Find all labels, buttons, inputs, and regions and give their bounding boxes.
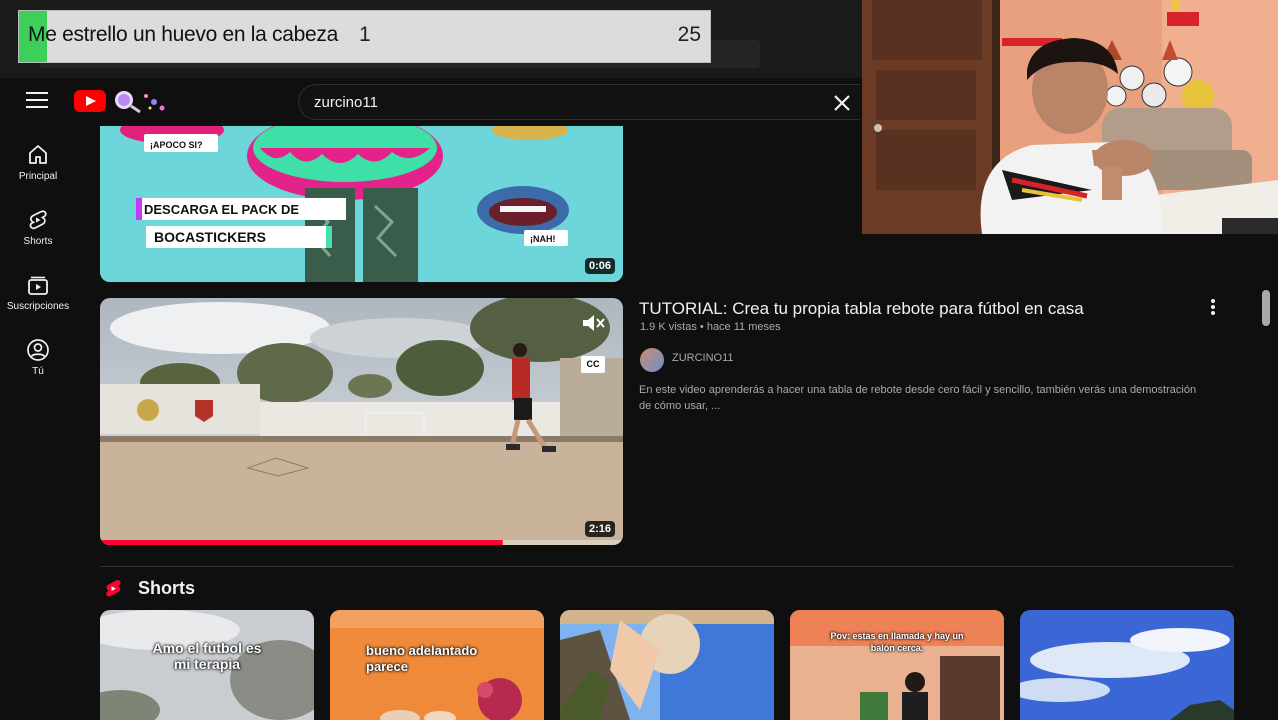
short-thumbnail bbox=[560, 610, 774, 720]
closed-captions-button[interactable]: CC bbox=[581, 356, 605, 373]
goal-title: Me estrello un huevo en la cabeza bbox=[28, 23, 338, 46]
video-title[interactable]: TUTORIAL: Crea tu propia tabla rebote pa… bbox=[639, 299, 1199, 319]
thumb-banner-line2: BOCASTICKERS bbox=[154, 229, 266, 245]
subscriptions-icon bbox=[28, 276, 48, 295]
close-icon[interactable] bbox=[830, 91, 854, 115]
video-description: En este video aprenderás a hacer una tab… bbox=[639, 384, 1197, 412]
masthead bbox=[0, 78, 862, 126]
webcam-overlay bbox=[862, 0, 1278, 234]
stream-overlay-bar: Me estrello un huevo en la cabeza 1 25 bbox=[0, 0, 862, 78]
shorts-heading: Shorts bbox=[138, 578, 196, 598]
short-card-5[interactable] bbox=[1020, 610, 1234, 720]
video-thumbnail-2[interactable]: CC 2:16 bbox=[100, 298, 623, 545]
short-caption: Pov: estas en llamada y hay un balón cer… bbox=[830, 631, 964, 653]
webcam-feed bbox=[862, 0, 1278, 234]
goal-current-count: 1 bbox=[359, 23, 371, 46]
shorts-icon bbox=[29, 210, 47, 230]
guide-label-you: Tú bbox=[32, 366, 44, 377]
youtube-logo[interactable] bbox=[74, 90, 106, 112]
goal-progress-bar: Me estrello un huevo en la cabeza 1 25 bbox=[18, 10, 711, 63]
home-icon bbox=[29, 145, 47, 164]
playback-progress-bar bbox=[100, 540, 503, 545]
thumb-banner-line1: DESCARGA EL PACK DE bbox=[144, 202, 299, 217]
short-card-3[interactable] bbox=[560, 610, 774, 720]
duration-badge: 2:16 bbox=[584, 521, 615, 537]
shorts-logo-icon bbox=[106, 579, 121, 597]
guide-label-home: Principal bbox=[18, 171, 58, 182]
thumbnail-artwork bbox=[100, 298, 623, 545]
short-caption: Amo el fútbol es mi terapia bbox=[152, 640, 262, 672]
menu-icon[interactable] bbox=[26, 92, 48, 110]
doodle-icon[interactable] bbox=[110, 88, 168, 114]
goal-target-count: 25 bbox=[677, 23, 701, 46]
duration-badge: 0:06 bbox=[584, 258, 615, 274]
short-card-1[interactable]: Amo el fútbol es mi terapia bbox=[100, 610, 314, 720]
short-caption: bueno adelantado parece bbox=[366, 643, 478, 674]
guide-item-subscriptions[interactable]: Suscripciones bbox=[0, 256, 76, 321]
short-thumbnail bbox=[790, 610, 1004, 720]
account-icon bbox=[27, 339, 49, 361]
avatar[interactable] bbox=[640, 348, 664, 372]
guide-item-you[interactable]: Tú bbox=[0, 321, 76, 386]
more-vert-icon[interactable] bbox=[1204, 297, 1222, 317]
video-metadata: 1.9 K vistas • hace 11 meses bbox=[640, 321, 781, 333]
thumbnail-artwork: DESCARGA EL PACK DE BOCASTICKERS ¡APOCO … bbox=[100, 126, 623, 282]
thumb-sticker-2: ¡NAH! bbox=[530, 234, 556, 244]
guide-label-subscriptions: Suscripciones bbox=[6, 301, 70, 312]
guide-item-shorts[interactable]: Shorts bbox=[0, 191, 76, 256]
mini-guide: Principal Shorts Suscripciones Tú bbox=[0, 126, 80, 386]
guide-label-shorts: Shorts bbox=[23, 236, 53, 247]
video-thumbnail-1[interactable]: DESCARGA EL PACK DE BOCASTICKERS ¡APOCO … bbox=[100, 126, 623, 282]
mute-icon[interactable] bbox=[580, 312, 606, 334]
short-card-4[interactable]: Pov: estas en llamada y hay un balón cer… bbox=[790, 610, 1004, 720]
short-thumbnail bbox=[1020, 610, 1234, 720]
search-box bbox=[298, 84, 860, 120]
section-divider bbox=[100, 566, 1234, 567]
scrollbar-thumb[interactable] bbox=[1262, 290, 1270, 326]
channel-name[interactable]: ZURCINO11 bbox=[672, 352, 734, 364]
short-card-2[interactable]: bueno adelantado parece bbox=[330, 610, 544, 720]
thumb-sticker-1: ¡APOCO SI? bbox=[150, 140, 203, 150]
search-input[interactable] bbox=[314, 91, 794, 113]
guide-item-home[interactable]: Principal bbox=[0, 126, 76, 191]
